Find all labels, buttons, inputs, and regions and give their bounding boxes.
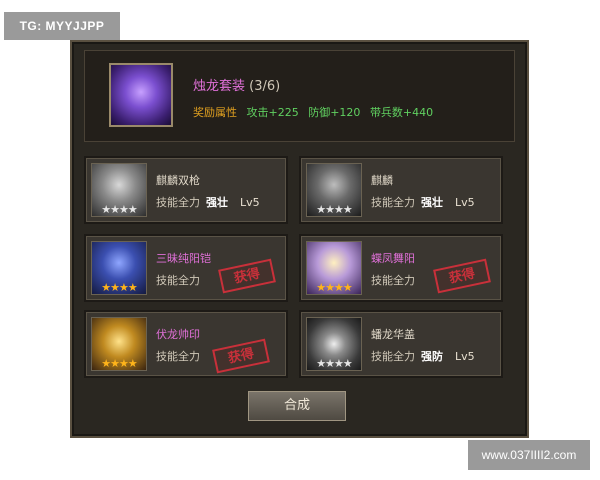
item-skill: 技能全力 强壮 Lv5 <box>156 194 260 210</box>
star-rating: ★★★★ <box>101 203 137 216</box>
set-header: 烛龙套装 (3/6) 奖励属性 攻击+225 防御+120 带兵数+440 <box>84 50 515 142</box>
item-name: 蝶凤舞阳 <box>371 252 415 265</box>
item-name: 麒麟双枪 <box>156 174 200 187</box>
bonus-attack: 攻击+225 <box>246 106 299 119</box>
set-count: (3/6) <box>249 79 281 94</box>
star-rating: ★★★★ <box>101 281 137 294</box>
item-skill: 技能全力 <box>156 348 200 364</box>
item-name: 麒麟 <box>371 174 393 187</box>
item-card[interactable]: ★★★★ 伏龙帅印 技能全力 获得 <box>84 310 288 378</box>
watermark-bottom: www.037IIII2.com <box>468 440 590 470</box>
skill-level: Lv5 <box>455 350 475 363</box>
item-card[interactable]: ★★★★ 麒麟 技能全力 强壮 Lv5 <box>299 156 503 224</box>
item-name: 伏龙帅印 <box>156 328 200 341</box>
item-skill: 技能全力 强壮 Lv5 <box>371 194 475 210</box>
item-skill: 技能全力 <box>371 272 415 288</box>
item-card[interactable]: ★★★★ 蝶凤舞阳 技能全力 获得 <box>299 234 503 302</box>
skill-level: Lv5 <box>455 196 475 209</box>
skill-label: 技能全力 <box>371 350 415 363</box>
obtained-stamp: 获得 <box>433 258 491 294</box>
skill-level: Lv5 <box>240 196 260 209</box>
skill-label: 技能全力 <box>156 274 200 287</box>
bonus-defense: 防御+120 <box>308 106 361 119</box>
item-name: 蟠龙华盖 <box>371 328 415 341</box>
seal-icon: ★★★★ <box>91 317 147 371</box>
item-card[interactable]: ★★★★ 麒麟双枪 技能全力 强壮 Lv5 <box>84 156 288 224</box>
obtained-stamp: 获得 <box>212 338 270 374</box>
skill-label: 技能全力 <box>156 196 200 209</box>
item-name: 三昧纯阳铠 <box>156 252 211 265</box>
set-title: 烛龙套装 (3/6) <box>193 75 280 94</box>
star-rating: ★★★★ <box>101 357 137 370</box>
twin-spear-icon: ★★★★ <box>91 163 147 217</box>
star-rating: ★★★★ <box>316 357 352 370</box>
watermark-top: TG: MYYJJPP <box>4 12 120 40</box>
phoenix-icon: ★★★★ <box>306 241 362 295</box>
bonus-label: 奖励属性 <box>193 106 237 119</box>
set-name: 烛龙套装 <box>193 79 246 94</box>
qilin-mount-icon: ★★★★ <box>306 163 362 217</box>
dragon-set-icon <box>109 63 173 127</box>
skill-label: 技能全力 <box>156 350 200 363</box>
set-bonus-attrs: 奖励属性 攻击+225 防御+120 带兵数+440 <box>193 104 433 120</box>
skill-label: 技能全力 <box>371 196 415 209</box>
skill-label: 技能全力 <box>371 274 415 287</box>
armor-icon: ★★★★ <box>91 241 147 295</box>
item-skill: 技能全力 强防 Lv5 <box>371 348 475 364</box>
skill-name: 强防 <box>421 350 443 363</box>
skill-name: 强壮 <box>421 196 443 209</box>
skill-name: 强壮 <box>206 196 228 209</box>
item-skill: 技能全力 <box>156 272 200 288</box>
canopy-icon: ★★★★ <box>306 317 362 371</box>
star-rating: ★★★★ <box>316 281 352 294</box>
item-card[interactable]: ★★★★ 蟠龙华盖 技能全力 强防 Lv5 <box>299 310 503 378</box>
star-rating: ★★★★ <box>316 203 352 216</box>
synthesize-button[interactable]: 合成 <box>248 391 346 421</box>
obtained-stamp: 获得 <box>218 258 276 294</box>
bonus-troops: 带兵数+440 <box>369 106 434 119</box>
set-synthesis-panel: 烛龙套装 (3/6) 奖励属性 攻击+225 防御+120 带兵数+440 ★★… <box>70 40 529 438</box>
item-card[interactable]: ★★★★ 三昧纯阳铠 技能全力 获得 <box>84 234 288 302</box>
